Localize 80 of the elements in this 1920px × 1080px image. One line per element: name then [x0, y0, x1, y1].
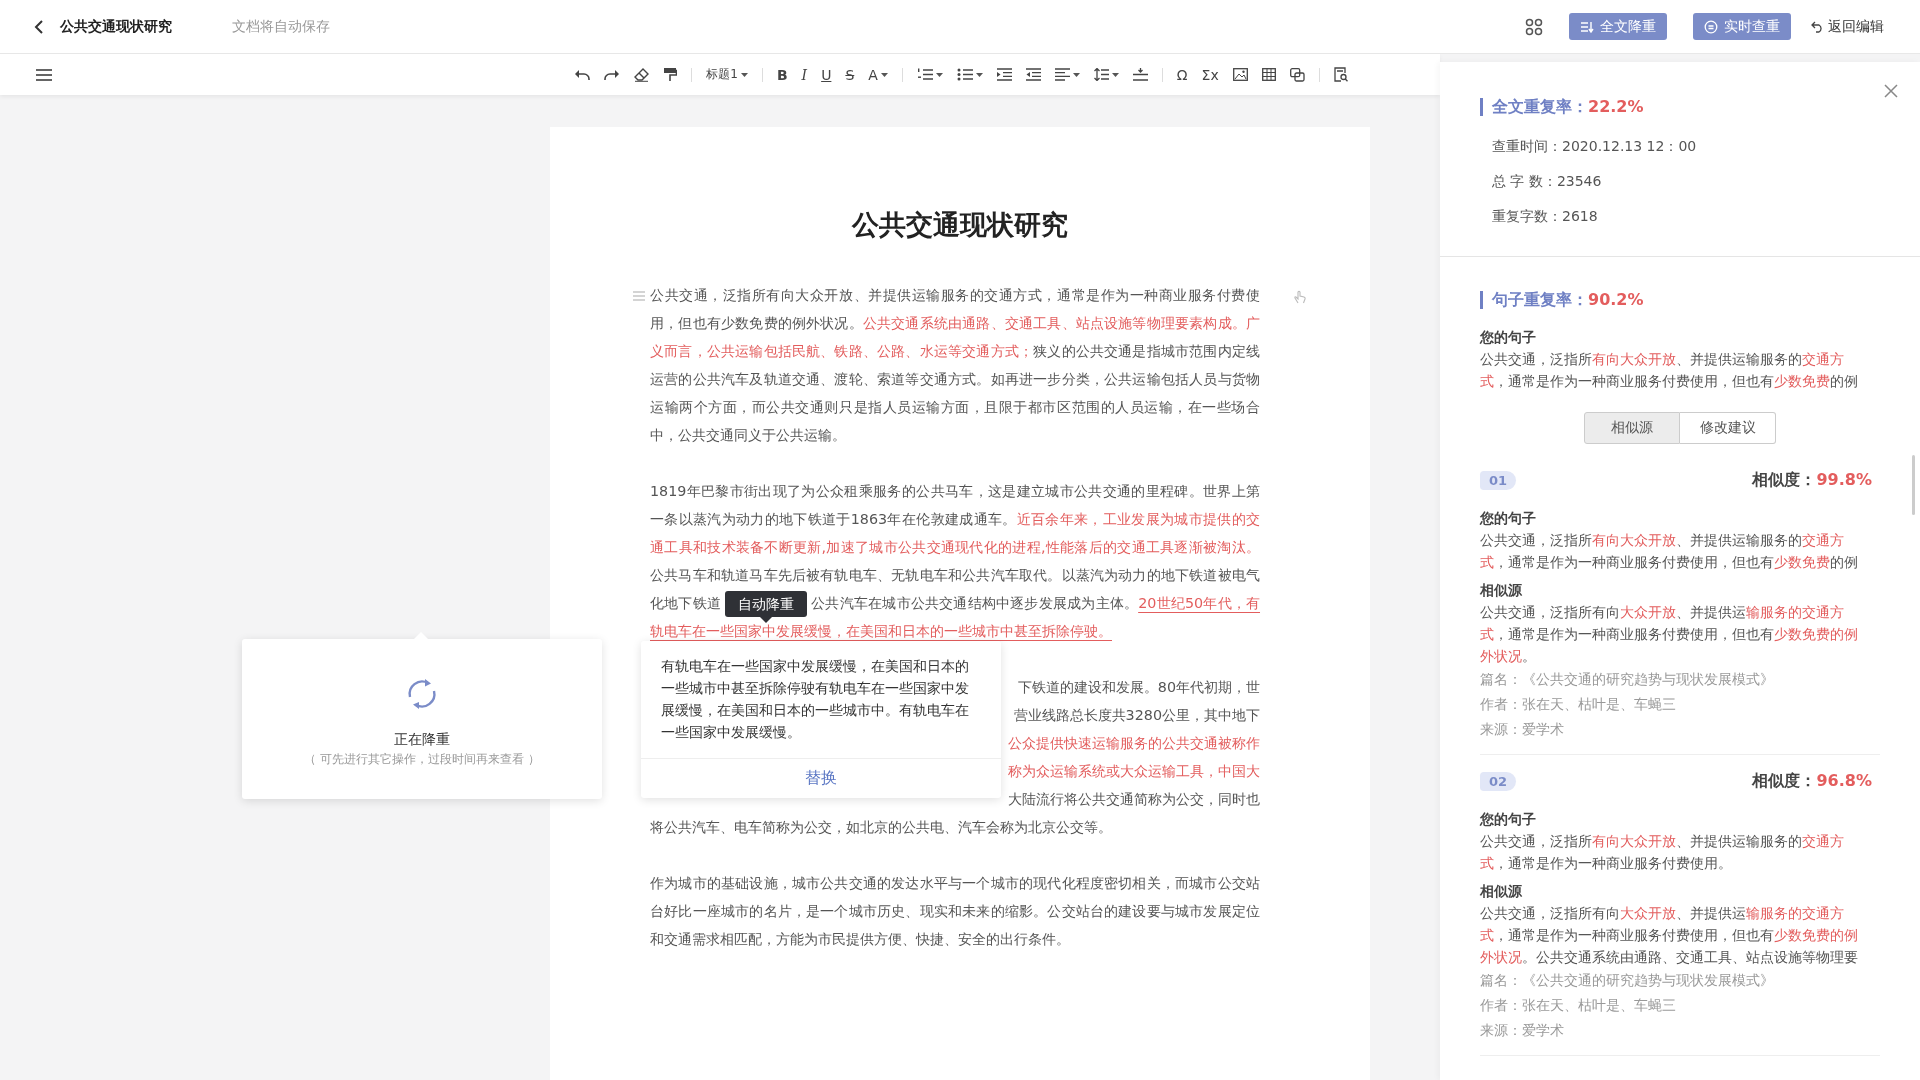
document-title: 公共交通现状研究	[60, 17, 172, 36]
section-label: 相似源	[1480, 581, 1523, 600]
index-badge: 02	[1480, 772, 1517, 791]
paragraph: 作为城市的基础设施，城市公共交通的发达水平与一个城市的现代化程度密切相关，而城市公交站台好比一座城市的名片，是一个城市历史、现实和未来的缩影。公交站台的建设要与城市发展定位和交通需求相匹配，方能为市民提供方便、快捷、安全的出行条件。	[650, 874, 1260, 949]
text-line: 公众提供快速运输服务的公共交通被称作	[1008, 735, 1260, 751]
tooltip-pointer	[760, 617, 773, 623]
panel-tab[interactable]: 相似源	[1584, 412, 1680, 444]
source-info: 来源：爱学术	[1480, 1021, 1565, 1040]
loading-hint: （ 可先进行其它操作，过段时间再来查看 ）	[304, 751, 540, 768]
save-status: 文档将自动保存	[232, 17, 330, 36]
summary-info: 查重时间：2020.12.13 12：00	[1491, 137, 1698, 156]
source-info: 作者：张在天、枯叶是、车蝇三	[1480, 996, 1677, 1015]
sentence-text: 公共交通，泛指所有向 大众开放、并提供运输服务的交通方式，通常是作为一种商业服务付费使用，但也有少数免费的例外状况。公共交通系统由通路、交通工具、站点设施等物理要	[1480, 904, 1859, 967]
heading-dropdown[interactable]: 标题1	[706, 66, 748, 83]
auto-reduce-tooltip: 自动降重	[725, 591, 808, 617]
line-height-icon[interactable]	[1093, 68, 1119, 81]
grid-icon[interactable]	[1525, 17, 1543, 36]
insert-symbol-button[interactable]: Σx	[1201, 66, 1219, 83]
underline-button[interactable]: U	[821, 66, 832, 83]
italic-button[interactable]: I	[801, 66, 808, 83]
loading-title: 正在降重	[394, 730, 450, 749]
scrollbar[interactable]	[1912, 455, 1915, 515]
document-search-icon[interactable]	[1333, 67, 1348, 82]
paragraph-spacing-icon[interactable]	[1132, 68, 1148, 81]
redo-icon[interactable]	[604, 68, 621, 81]
section-label: 您的句子	[1480, 509, 1537, 528]
sentence-text: 公共交通，泛指所有向 大众开放、并提供运输服务的交通方式，通常是作为一种商业服务付费使用，但也有少数免费的例外状况。	[1480, 603, 1859, 666]
insert-symbol-button[interactable]: Ω	[1176, 66, 1188, 83]
overlap-squares-icon[interactable]	[1289, 67, 1305, 82]
caret-icon	[880, 72, 888, 77]
list-down-icon	[1580, 20, 1594, 33]
undo-arrow-icon	[1811, 20, 1824, 33]
document-heading: 公共交通现状研究	[850, 208, 1069, 242]
format-painter-icon[interactable]	[663, 67, 678, 82]
section-label: 您的句子	[1480, 328, 1537, 347]
sentence-rate-heading: 句子重复率：90.2%	[1480, 291, 1880, 309]
paragraph: 公共交通，泛指所有向大众开放、并提供运输服务的交通方式，通常是作为一种商业服务付费使用，但也有少数免费的例外状况。公共交通系统由通路、交通工具、站点设施等物理要素构成。广义而言，公共运输包括民航、铁路、公路、水运等交通方式；狭义的公共交通是指城市范围内定线运营的公共汽车及轨道交通、渡轮、索道等交通方式。如再进一步分类，公共运输包括人员与货物运输两个方面，而公共交通则只是指人员运输方面，且限于都市区范围的人员运输，在一些场合中，公共交通同义于公共运输。	[650, 286, 1260, 445]
indent-icon[interactable]	[996, 68, 1012, 81]
outdent-icon[interactable]	[1025, 68, 1041, 81]
text-line: 称为众运输系统或大众运输工具，中国大	[1008, 763, 1260, 779]
section-label: 相似源	[1480, 882, 1523, 901]
chat-icon	[1704, 19, 1718, 34]
text-line: 大陆流行将公共交通简称为公交，同时也	[1008, 791, 1260, 807]
summary-info: 总 字 数：23546	[1491, 172, 1603, 191]
suggested-text: 有轨电车在一些国家中发展缓慢，在美国和日本的一些城市中甚至拆除停驶有轨电车在一些国家中发展缓慢，在美国和日本的一些城市中。有轨电车在一些国家中发展缓慢。	[660, 657, 970, 742]
back-icon[interactable]	[34, 18, 44, 35]
table-icon[interactable]	[1261, 68, 1276, 81]
source-info: 来源：爱学术	[1480, 720, 1565, 739]
similarity-score: 相似度：99.8%	[1752, 470, 1872, 491]
bullet-list-icon[interactable]	[956, 68, 983, 81]
section-label: 您的句子	[1480, 810, 1537, 829]
sentence-text: 公共交通，泛指所有向大众开放、并提供运输服务的交通方式，通常是作为一种商业服务付费使用，但也有少数免费的例	[1480, 350, 1859, 391]
text-line: 营业线路总长度共3280公里，其中地下	[1013, 707, 1260, 723]
index-badge: 01	[1480, 471, 1517, 490]
summary-info: 重复字数：2618	[1491, 207, 1599, 226]
numbered-list-icon[interactable]	[916, 68, 943, 81]
close-icon[interactable]	[1884, 84, 1898, 98]
align-icon[interactable]	[1054, 68, 1080, 81]
refresh-icon	[405, 677, 439, 711]
image-icon[interactable]	[1232, 68, 1248, 81]
eraser-icon[interactable]	[634, 67, 650, 82]
font-size-dropdown[interactable]: A	[868, 66, 888, 83]
sentence-text: 公共交通，泛指所有向大众开放、并提供运输服务的交通方式，通常是作为一种商业服务付费使用，但也有少数免费的例	[1480, 531, 1859, 572]
back-to-edit-button[interactable]: 返回编辑	[1811, 17, 1884, 36]
source-info: 作者：张在天、枯叶是、车蝇三	[1480, 695, 1677, 714]
text-line: 下铁道的建设和发展。80年代初期，世	[1017, 679, 1260, 695]
bold-button[interactable]: B	[776, 66, 788, 83]
caret-icon	[740, 72, 748, 77]
strikethrough-button[interactable]: S	[845, 66, 855, 83]
menu-icon[interactable]	[36, 68, 52, 81]
replace-button[interactable]: 替换	[641, 758, 1001, 798]
source-info: 篇名：《公共交通的研究趋势与现状发展模式》	[1480, 971, 1775, 990]
undo-icon[interactable]	[574, 68, 591, 81]
panel-tab[interactable]: 修改建议	[1680, 412, 1776, 444]
source-info: 篇名：《公共交通的研究趋势与现状发展模式》	[1480, 670, 1775, 689]
full-text-rate-heading: 全文重复率：22.2%	[1480, 98, 1880, 116]
sentence-text: 公共交通，泛指所有向大众开放、并提供运输服务的交通方式，通常是作为一种商业服务付费使用。	[1480, 832, 1845, 873]
similarity-score: 相似度：96.8%	[1752, 771, 1872, 792]
drag-handle-icon[interactable]	[633, 291, 645, 301]
text-line: 将公共汽车、电车简称为公交，如北京的公共电、汽车会称为北京公交等。	[650, 819, 1112, 835]
